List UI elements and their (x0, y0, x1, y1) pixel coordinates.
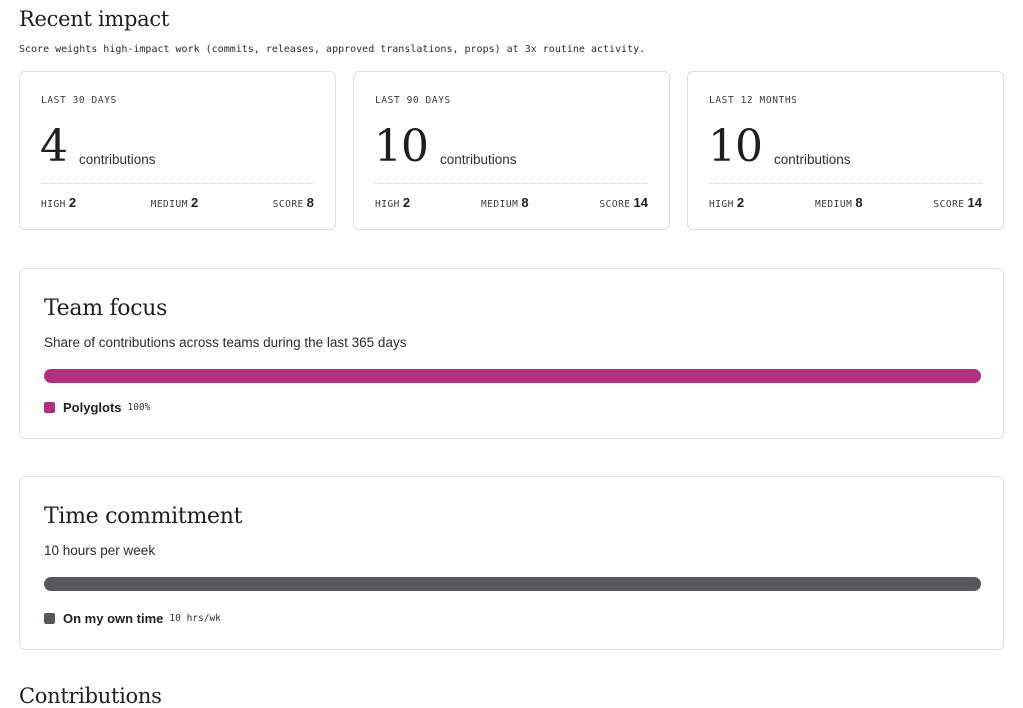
stat-unit-label: contributions (79, 152, 156, 167)
time-commitment-title: Time commitment (44, 504, 243, 529)
score-value: 14 (633, 195, 648, 210)
legend-commitment-value: 10 hrs/wk (169, 613, 221, 624)
score-metric: SCORE 14 (599, 194, 648, 212)
score-label: SCORE (599, 199, 631, 210)
high-metric: HIGH 2 (375, 194, 410, 212)
legend-team-name: Polyglots (63, 400, 122, 415)
medium-label: MEDIUM (480, 199, 519, 210)
recent-impact-title: Recent impact (19, 7, 169, 31)
legend-team-share: 100% (127, 402, 151, 413)
high-label: HIGH (709, 199, 734, 210)
stat-period-label: LAST 12 MONTHS (709, 95, 798, 106)
score-label: SCORE (272, 199, 304, 210)
time-commitment-bar (44, 577, 981, 591)
medium-value: 8 (855, 195, 863, 210)
medium-value: 8 (521, 195, 529, 210)
score-metric: SCORE 14 (933, 194, 982, 212)
high-value: 2 (736, 195, 745, 210)
time-commitment-subtitle: 10 hours per week (44, 543, 156, 558)
high-metric: HIGH 2 (709, 194, 744, 212)
stat-breakdown-row: HIGH 2 MEDIUM 8 SCORE 14 (375, 194, 648, 210)
legend-commitment-name: On my own time (63, 611, 164, 626)
stat-contribution-count: 10 (374, 121, 429, 172)
stat-card-90-days: LAST 90 DAYS 10 contributions HIGH 2 MEDI… (353, 71, 670, 230)
score-value: 8 (306, 195, 314, 210)
score-value: 14 (967, 195, 982, 210)
stat-unit-label: contributions (774, 152, 851, 167)
stat-breakdown-row: HIGH 2 MEDIUM 8 SCORE 14 (709, 194, 982, 210)
stat-contribution-count: 10 (708, 121, 763, 172)
medium-value: 2 (190, 195, 199, 210)
contributions-title: Contributions (19, 684, 162, 708)
stat-unit-label: contributions (440, 152, 517, 167)
time-commitment-card: Time commitment 10 hours per week On my … (19, 476, 1004, 650)
stat-divider (709, 183, 982, 184)
high-value: 2 (68, 195, 77, 210)
medium-metric: MEDIUM 2 (151, 194, 199, 212)
medium-metric: MEDIUM 8 (815, 194, 863, 212)
score-label: SCORE (933, 199, 965, 210)
stat-contribution-count: 4 (40, 121, 68, 172)
high-metric: HIGH 2 (41, 194, 76, 212)
team-share-bar (44, 369, 981, 383)
high-label: HIGH (375, 199, 400, 210)
stat-card-30-days: LAST 30 DAYS 4 contributions HIGH 2 MEDIU… (19, 71, 336, 230)
stat-card-12-months: LAST 12 MONTHS 10 contributions HIGH 2 ME… (687, 71, 1004, 230)
stat-breakdown-row: HIGH 2 MEDIUM 2 SCORE 8 (41, 194, 314, 210)
legend-swatch (44, 402, 55, 413)
stat-period-label: LAST 30 DAYS (41, 95, 117, 106)
team-focus-title: Team focus (44, 296, 168, 321)
legend-swatch (44, 613, 55, 624)
recent-impact-subtitle: Score weights high-impact work (commits,… (19, 44, 646, 55)
team-focus-card: Team focus Share of contributions across… (19, 268, 1004, 439)
time-legend-item: On my own time 10 hrs/wk (44, 611, 221, 626)
high-value: 2 (402, 195, 411, 210)
stat-period-label: LAST 90 DAYS (375, 95, 451, 106)
medium-metric: MEDIUM 8 (481, 194, 529, 212)
high-label: HIGH (41, 199, 66, 210)
score-metric: SCORE 8 (273, 194, 314, 212)
stat-divider (375, 183, 648, 184)
team-focus-subtitle: Share of contributions across teams duri… (44, 335, 407, 350)
stat-divider (41, 183, 314, 184)
team-legend-item: Polyglots 100% (44, 400, 150, 415)
medium-label: MEDIUM (150, 199, 188, 210)
medium-label: MEDIUM (814, 199, 853, 210)
